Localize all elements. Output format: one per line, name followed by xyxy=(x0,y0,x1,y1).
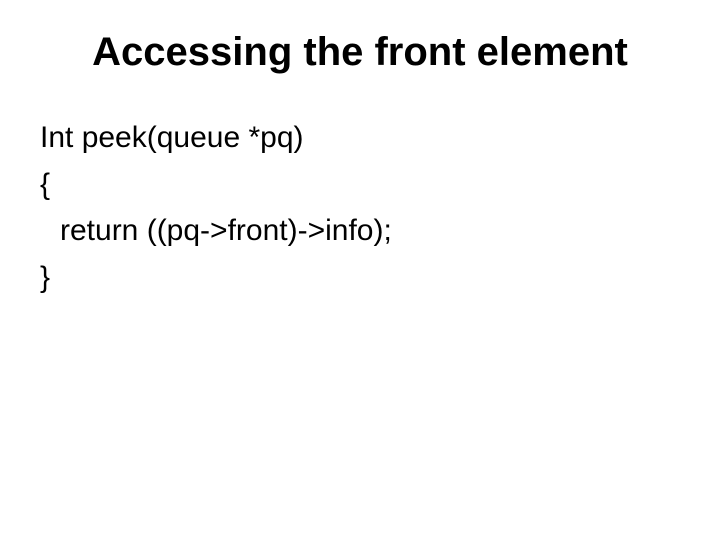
code-line-2: { xyxy=(40,162,680,209)
slide-title: Accessing the front element xyxy=(40,30,680,75)
code-line-4: } xyxy=(40,255,680,302)
slide-content: Int peek(queue *pq) { return ((pq->front… xyxy=(40,115,680,301)
code-line-1: Int peek(queue *pq) xyxy=(40,115,680,162)
slide-container: Accessing the front element Int peek(que… xyxy=(0,0,720,540)
code-line-3: return ((pq->front)->info); xyxy=(40,208,680,255)
